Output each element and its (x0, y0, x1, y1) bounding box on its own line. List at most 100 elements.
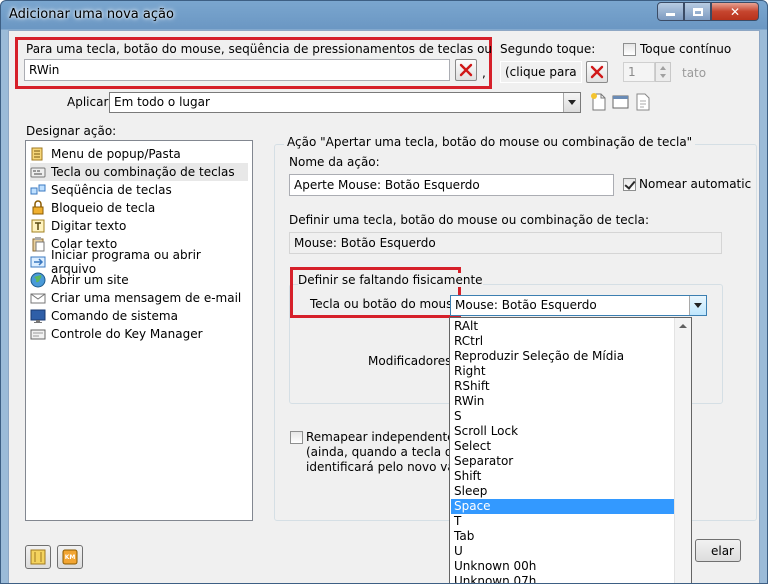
cancel-button[interactable]: elar (695, 539, 741, 562)
auto-name-checkbox[interactable] (623, 178, 636, 191)
dropdown-option[interactable]: Tab (451, 529, 688, 544)
email-icon (30, 293, 46, 304)
dropdown-option[interactable]: Reproduzir Seleção de Mídia (451, 349, 688, 364)
apply-scope-value: Em todo o lugar (114, 95, 210, 109)
auto-name-label: Nomear automatic (639, 177, 752, 191)
red-x-icon (590, 65, 604, 79)
list-item-label: Menu de popup/Pasta (51, 147, 181, 161)
list-item-label: Comando de sistema (51, 309, 178, 323)
modifiers-label: Modificadores (368, 354, 452, 368)
touch-count-unit: tato (682, 66, 707, 80)
second-touch-label: Segundo toque: (500, 42, 596, 56)
action-type-list[interactable]: Menu de popup/Pasta Tecla ou combinação … (25, 140, 253, 521)
key-manager-info-button[interactable]: KM (57, 545, 83, 569)
dropdown-option[interactable]: Sleep (451, 484, 688, 499)
dropdown-option[interactable]: Shift (451, 469, 688, 484)
dropdown-option[interactable]: RAlt (451, 319, 688, 334)
cancel-button-label: elar (710, 543, 734, 558)
maximize-icon (692, 7, 703, 16)
dropdown-option-highlighted[interactable]: Space (451, 499, 688, 514)
key-input[interactable]: RWin (24, 59, 450, 81)
key-comma: , (482, 66, 486, 80)
system-command-icon (30, 309, 46, 323)
add-action-window: Adicionar uma nova ação ✕ Para uma tecla… (0, 0, 768, 584)
dropdown-option[interactable]: U (451, 544, 688, 559)
dropdown-option[interactable]: Unknown 07h (451, 574, 688, 583)
dropdown-option[interactable]: Unknown 00h (451, 559, 688, 574)
list-item-label: Seqüência de teclas (51, 183, 172, 197)
list-item[interactable]: Comando de sistema (30, 307, 248, 325)
dropdown-option[interactable]: T (451, 514, 688, 529)
new-document-icon[interactable] (588, 92, 610, 112)
scroll-up-arrow-icon[interactable] (679, 324, 687, 328)
launch-program-icon (30, 256, 46, 268)
dropdown-option[interactable]: RCtrl (451, 334, 688, 349)
help-button[interactable] (25, 545, 51, 569)
window-title: Adicionar uma nova ação (9, 7, 174, 22)
list-item-label: Tecla ou combinação de teclas (51, 165, 235, 179)
list-item[interactable]: Seqüência de teclas (30, 181, 248, 199)
key-dropdown-list[interactable]: RAlt RCtrl Reproduzir Seleção de Mídia R… (449, 317, 692, 583)
list-item[interactable]: Criar uma mensagem de e-mail (30, 289, 248, 307)
missing-key-label: Definir se faltando fisicamente (298, 273, 483, 287)
chevron-down-icon (689, 296, 706, 315)
list-item-label: Criar uma mensagem de e-mail (51, 291, 242, 305)
dropdown-option[interactable]: RWin (451, 394, 688, 409)
dropdown-option[interactable]: Separator (451, 454, 688, 469)
apply-label: Aplicar (67, 95, 109, 109)
touch-count-stepper[interactable] (655, 62, 671, 82)
list-item[interactable]: Digitar texto (30, 217, 248, 235)
continuous-touch-checkbox[interactable] (623, 43, 636, 56)
list-item[interactable]: Controle do Key Manager (30, 325, 248, 343)
dropdown-scrollbar[interactable] (674, 318, 691, 583)
key-or-button-value: Mouse: Botão Esquerdo (455, 298, 597, 312)
clear-second-touch-button[interactable] (586, 61, 608, 83)
window-picker-icon[interactable] (610, 92, 632, 112)
type-text-icon (31, 219, 45, 233)
maximize-button[interactable] (684, 2, 711, 21)
close-button[interactable]: ✕ (711, 2, 759, 21)
chevron-down-icon (563, 93, 580, 112)
clear-key-button[interactable] (455, 59, 477, 81)
title-bar[interactable]: Adicionar uma nova ação ✕ (1, 1, 767, 29)
dropdown-option[interactable]: S (451, 409, 688, 424)
svg-text:KM: KM (65, 554, 76, 561)
list-item-label: Bloqueio de tecla (51, 201, 156, 215)
key-manager-icon (30, 329, 46, 340)
help-book-icon (30, 549, 46, 565)
list-item[interactable]: Menu de popup/Pasta (30, 145, 248, 163)
minimize-button[interactable] (657, 2, 684, 21)
list-item[interactable]: Tecla ou combinação de teclas (30, 163, 248, 181)
dropdown-option[interactable]: Scroll Lock (451, 424, 688, 439)
action-name-label: Nome da ação: (289, 155, 380, 169)
globe-icon (30, 272, 46, 288)
key-combination-icon (30, 167, 46, 178)
list-item-label: Abrir um site (51, 273, 129, 287)
edit-document-icon[interactable] (632, 92, 654, 112)
touch-count-input[interactable]: 1 (623, 62, 655, 82)
list-item[interactable]: Iniciar programa ou abrir arquivo (30, 248, 248, 276)
list-item[interactable]: Abrir um site (30, 271, 248, 289)
close-icon: ✕ (729, 4, 741, 19)
action-group-title: Ação "Apertar uma tecla, botão do mouse … (284, 135, 696, 149)
list-item-label: Digitar texto (51, 219, 127, 233)
key-manager-logo-icon: KM (62, 549, 78, 565)
action-name-input[interactable]: Aperte Mouse: Botão Esquerdo (289, 174, 614, 196)
dropdown-option[interactable]: Select (451, 439, 688, 454)
key-sequence-icon (30, 184, 46, 195)
dialog-client: Para uma tecla, botão do mouse, seqüênci… (8, 30, 760, 583)
dropdown-option[interactable]: RShift (451, 379, 688, 394)
designate-label: Designar ação: (26, 124, 117, 138)
second-touch-input[interactable]: (clique para d (500, 61, 582, 83)
key-or-button-select[interactable]: Mouse: Botão Esquerdo (450, 295, 707, 316)
dropdown-option[interactable]: Right (451, 364, 688, 379)
continuous-touch-label: Toque contínuo (640, 42, 732, 56)
red-x-icon (459, 63, 473, 77)
list-item[interactable]: Bloqueio de tecla (30, 199, 248, 217)
paste-text-icon (32, 237, 45, 252)
remap-checkbox[interactable] (290, 431, 303, 444)
define-key-label: Definir uma tecla, botão do mouse ou com… (289, 213, 650, 227)
apply-scope-select[interactable]: Em todo o lugar (109, 92, 581, 113)
list-item-label: Controle do Key Manager (51, 327, 203, 341)
key-section-label: Para uma tecla, botão do mouse, seqüênci… (26, 42, 493, 56)
